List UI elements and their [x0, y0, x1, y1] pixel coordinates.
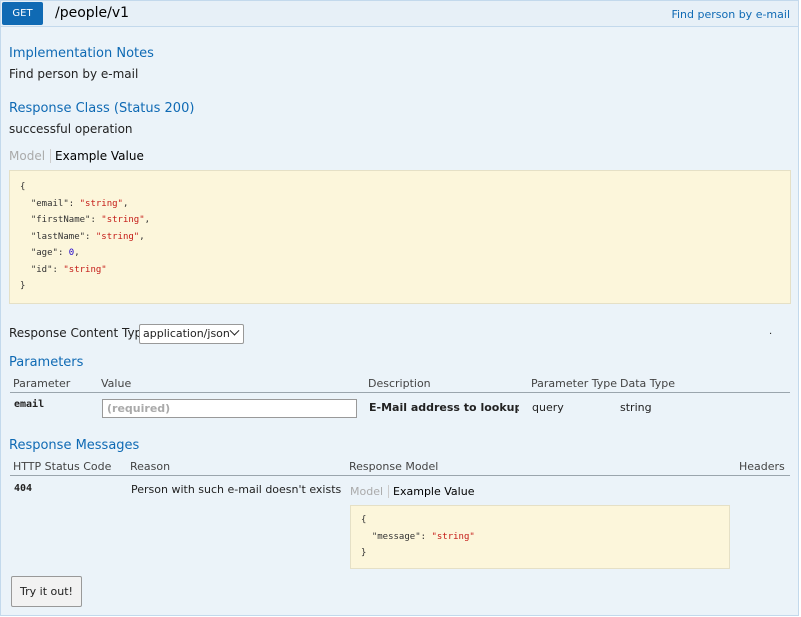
col-reason: Reason [130, 460, 171, 473]
field-line: "lastName": "string", [30, 231, 145, 242]
response-messages-heading: Response Messages [9, 438, 140, 453]
response-content-type-label: Response Content Type [9, 326, 150, 340]
field-line: "id": "string" [30, 264, 107, 275]
col-value: Value [101, 377, 132, 390]
tab-example-value[interactable]: Example Value [51, 149, 144, 163]
col-parameter-type: Parameter Type [531, 377, 617, 390]
select-value: application/json [143, 327, 230, 340]
example-value-code[interactable]: { "email": "string", "firstName": "strin… [9, 170, 791, 304]
param-name: email [14, 399, 45, 410]
field-line: "age": 0, [30, 248, 80, 258]
parameters-heading: Parameters [9, 355, 84, 370]
tab-model[interactable]: Model [350, 485, 390, 498]
param-type: query [532, 401, 564, 414]
brace-open: { [20, 182, 26, 192]
chevron-down-icon [229, 325, 240, 336]
operation-panel: GET /people/v1 Find person by e-mail Imp… [0, 0, 799, 616]
param-data-type: string [620, 401, 652, 414]
email-field[interactable] [102, 399, 357, 418]
response-content-type-select[interactable]: application/json [139, 324, 244, 344]
response-class-text: successful operation [9, 122, 133, 136]
field-line: "message": "string" [371, 531, 475, 542]
implementation-notes-heading: Implementation Notes [9, 46, 154, 61]
brace-close: } [20, 281, 26, 291]
divider [10, 392, 790, 393]
endpoint-path[interactable]: /people/v1 [55, 5, 129, 21]
status-code: 404 [14, 483, 33, 494]
param-description: E-Mail address to lookup for [369, 401, 519, 414]
divider [10, 475, 790, 476]
col-parameter: Parameter [13, 377, 71, 390]
tab-example-value[interactable]: Example Value [389, 485, 474, 498]
col-data-type: Data Type [620, 377, 676, 390]
try-it-out-button[interactable]: Try it out! [11, 576, 82, 607]
response-class-heading: Response Class (Status 200) [9, 101, 195, 116]
response-example-code[interactable]: { "message": "string" } [350, 505, 730, 569]
col-description: Description [368, 377, 431, 390]
stray-dot: . [769, 326, 773, 337]
response-model-tabs: Model Example Value [350, 485, 474, 498]
brace-close: } [361, 548, 367, 558]
response-reason: Person with such e-mail doesn't exists [131, 483, 342, 496]
col-response-model: Response Model [349, 460, 439, 473]
field-line: "email": "string", [30, 198, 129, 209]
field-line: "firstName": "string", [30, 215, 151, 225]
operation-summary-link[interactable]: Find person by e-mail [671, 8, 790, 21]
http-method-badge[interactable]: GET [2, 2, 43, 25]
operation-header[interactable]: GET /people/v1 Find person by e-mail [1, 1, 798, 27]
col-http-status-code: HTTP Status Code [13, 460, 112, 473]
implementation-notes-text: Find person by e-mail [9, 67, 139, 81]
response-class-tabs: Model Example Value [9, 149, 144, 163]
tab-model[interactable]: Model [9, 149, 52, 163]
col-headers: Headers [739, 460, 785, 473]
brace-open: { [361, 515, 367, 525]
